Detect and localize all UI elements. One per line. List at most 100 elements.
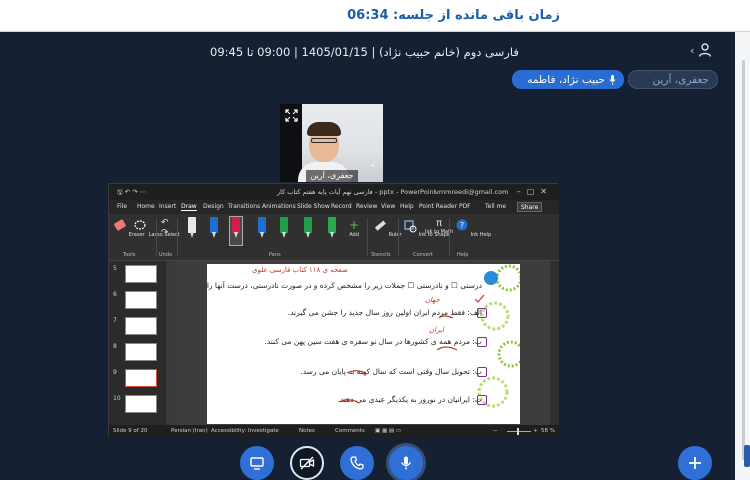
menu-insert[interactable]: Insert [159,203,176,210]
participant-video-tile[interactable]: جعفری، آرین ⌃ [280,104,383,182]
zoom-slider[interactable] [507,431,531,432]
zoom-in-icon[interactable]: + [533,428,538,434]
pen-body [188,217,196,233]
ppt-menubar: File Home Insert Draw Design Transitions… [109,200,559,214]
pen-tip [233,232,238,238]
menu-point-reader[interactable]: Point Reader PDF [419,203,471,210]
pen-tip [211,232,216,238]
left-collapse-icon[interactable]: › [0,42,8,56]
slide-number: 7 [113,317,117,324]
pen-tip [281,232,286,238]
pen-tool-selected[interactable] [231,217,241,239]
user-icon[interactable] [697,42,713,58]
slide-thumbnail-selected[interactable] [125,369,157,387]
pen-body [210,217,218,233]
undo-button[interactable]: ↶ ↷ [161,218,169,238]
current-slide[interactable]: صفحه ی ۱۱۸ کتاب فارسی علوی درستی ☐ و ناد… [207,264,520,424]
screen-share-icon [250,457,264,470]
ruler-icon [374,220,386,231]
save-icon[interactable]: 🖫 ↶ ↷ ⋯ [117,188,146,199]
help-icon: ? [456,219,468,231]
microphone-button[interactable] [389,446,423,480]
session-topbar: زمان باقی مانده از جلسه: 06:34 [0,0,750,32]
menu-record[interactable]: Record [331,203,352,210]
side-panel-handle[interactable] [744,445,750,467]
tools-group-label: Tools [123,252,136,258]
slide-thumbnail[interactable] [125,395,157,413]
thumbnail-scrollbar[interactable] [166,261,175,425]
participant-chip-speaking[interactable]: حبیب نژاد، فاطمه [512,70,624,89]
participant-chip[interactable]: جعفری، آرین [628,70,718,89]
zoom-level[interactable]: 58 % [541,428,555,434]
slide-thumbnail[interactable] [125,291,157,309]
ribbon-separator [156,218,157,256]
highlighter-tool[interactable] [327,217,337,239]
eraser-icon [114,219,126,231]
slide-number: 9 [113,369,117,376]
screen-share-button[interactable] [240,446,274,480]
share-button[interactable]: Share [517,202,543,212]
chevron-left-icon[interactable]: ‹ [690,44,694,57]
pen-tool[interactable] [257,217,267,239]
pen-tool[interactable] [209,217,219,239]
video-person-hair [307,122,341,136]
accessibility-status[interactable]: Accessibility: Investigate [211,428,279,434]
pen-tool[interactable] [187,217,197,239]
menu-home[interactable]: Home [137,203,155,210]
comments-button[interactable]: Comments [335,428,365,434]
pen-body [232,217,240,233]
participant-name: حبیب نژاد، فاطمه [527,73,605,86]
menu-view[interactable]: View [381,203,395,210]
notes-button[interactable]: Notes [299,428,315,434]
ink-help-button[interactable]: ? Ink Help [455,218,491,238]
zoom-slider-handle[interactable] [517,428,519,435]
add-pen-button[interactable]: + Add [349,218,359,238]
pen-body [328,217,336,233]
menu-file[interactable]: File [117,203,127,210]
slide-number: 10 [113,395,121,402]
caret-up-icon[interactable]: ⌃ [369,164,377,174]
lasso-icon [134,220,146,230]
call-button[interactable] [340,446,374,480]
ppt-draw-ribbon: Eraser Lasso Select Tools ↶ ↷ Undo + Add … [109,214,559,261]
shared-screen-powerpoint[interactable]: 🖫 ↶ ↷ ⋯ فارسی نهم آیات پایه هفتم کتاب کا… [108,183,559,437]
slide-number: 5 [113,265,117,272]
menu-draw[interactable]: Draw [181,203,197,211]
microphone-icon [400,456,412,470]
highlighter-tool[interactable] [279,217,289,239]
camera-toggle-button[interactable] [290,446,324,480]
menu-animations[interactable]: Animations [262,203,296,210]
ruler-label: Ruler [388,232,402,238]
slide-thumbnail[interactable] [125,343,157,361]
slide-thumbnail[interactable] [125,317,157,335]
video-person-glasses [311,138,337,143]
menu-help[interactable]: Help [400,203,414,210]
pen-body [304,217,312,233]
slide-scrollbar[interactable] [550,261,559,425]
slide-number: 6 [113,291,117,298]
expand-icon[interactable] [285,109,298,122]
plus-icon [689,457,701,469]
menu-design[interactable]: Design [203,203,224,210]
menu-transitions[interactable]: Transitions [228,203,260,210]
window-controls-icon[interactable]: –▢✕ [517,187,553,196]
slide-canvas: صفحه ی ۱۱۸ کتاب فارسی علوی درستی ☐ و ناد… [175,261,550,425]
view-buttons-icon[interactable]: ▣ ▦ ▤ ▭ [375,428,401,434]
ppt-titlebar: 🖫 ↶ ↷ ⋯ فارسی نهم آیات پایه هفتم کتاب کا… [109,184,559,200]
highlighter-tool[interactable] [303,217,313,239]
side-scrollbar[interactable] [742,60,745,460]
slide-count: Slide 9 of 20 [113,428,148,434]
menu-tell-me[interactable]: Tell me [485,203,506,210]
share-label: Share [521,204,539,211]
convert-group-label: Convert [413,252,433,258]
add-button[interactable] [678,446,712,480]
video-tile-name: جعفری، آرین [306,170,358,182]
svg-text:?: ? [460,221,464,230]
slide-thumbnail[interactable] [125,265,157,283]
zoom-out-icon[interactable]: − [493,428,498,434]
menu-slideshow[interactable]: Slide Show [297,203,330,210]
ribbon-separator [398,218,399,256]
camera-off-icon [299,456,315,470]
ppt-account: vmmreedi@gmail.com [435,188,509,196]
menu-review[interactable]: Review [356,203,377,210]
